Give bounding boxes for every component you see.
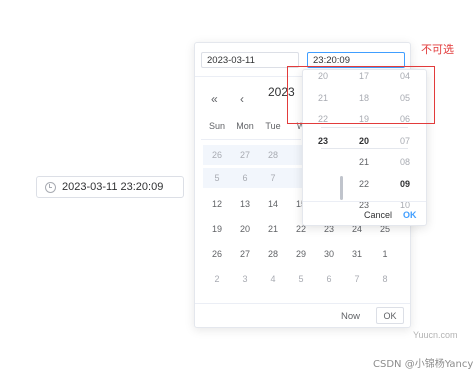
date-row: 2 3 4 5 6 7 8	[203, 266, 399, 291]
date-cell[interactable]: 19	[203, 224, 231, 234]
minute-option[interactable]: 21	[344, 152, 384, 174]
footer-divider	[195, 303, 410, 304]
date-input[interactable]: 2023-03-11	[201, 52, 299, 68]
date-cell[interactable]: 31	[343, 249, 371, 259]
date-cell[interactable]: 26	[203, 249, 231, 259]
date-cell[interactable]: 7	[259, 173, 287, 183]
date-cell[interactable]: 28	[259, 249, 287, 259]
prev-year-icon[interactable]: «	[211, 92, 218, 106]
date-cell[interactable]: 4	[259, 274, 287, 284]
date-cell[interactable]: 29	[287, 249, 315, 259]
now-button[interactable]: Now	[341, 311, 360, 322]
date-cell[interactable]: 2	[203, 274, 231, 284]
clock-icon	[45, 181, 56, 193]
date-cell[interactable]: 6	[231, 173, 259, 183]
date-cell[interactable]: 5	[203, 173, 231, 183]
date-cell[interactable]: 3	[231, 274, 259, 284]
selection-line-top	[321, 127, 408, 128]
datetime-value: 2023-03-11 23:20:09	[62, 181, 164, 193]
second-option[interactable]: 08	[385, 152, 425, 174]
weekday-label: Mon	[236, 121, 254, 131]
watermark-site: Yuucn.com	[413, 330, 458, 340]
time-cancel-button[interactable]: Cancel	[364, 210, 392, 220]
watermark-credit: CSDN @小锦杨Yancy	[373, 359, 474, 370]
date-cell[interactable]: 8	[371, 274, 399, 284]
date-cell[interactable]: 5	[287, 274, 315, 284]
datetime-picker-input[interactable]: 2023-03-11 23:20:09	[36, 176, 184, 198]
time-footer-divider	[303, 201, 426, 202]
date-cell[interactable]: 26	[203, 150, 231, 160]
date-row: 26 27 28 29 30 31 1	[203, 241, 399, 266]
weekday-label: Tue	[265, 121, 281, 131]
time-ok-button[interactable]: OK	[403, 210, 417, 220]
date-cell[interactable]: 13	[231, 199, 259, 209]
ok-button[interactable]: OK	[376, 307, 404, 324]
second-option-selected[interactable]: 09	[385, 174, 425, 196]
date-cell[interactable]: 12	[203, 199, 231, 209]
date-cell[interactable]: 27	[231, 150, 259, 160]
minute-option[interactable]: 22	[344, 174, 384, 196]
weekday-divider	[201, 139, 301, 140]
date-cell[interactable]: 27	[231, 249, 259, 259]
disabled-times-highlight	[287, 66, 435, 124]
prev-month-icon[interactable]: ‹	[240, 92, 244, 106]
date-cell[interactable]: 30	[315, 249, 343, 259]
date-cell[interactable]: 1	[371, 249, 399, 259]
weekday-label: Sun	[208, 121, 225, 131]
date-cell[interactable]: 6	[315, 274, 343, 284]
date-cell[interactable]: 21	[259, 224, 287, 234]
date-cell[interactable]: 7	[343, 274, 371, 284]
selection-line-bottom	[321, 148, 408, 149]
scrollbar-thumb[interactable]	[340, 176, 343, 200]
date-cell[interactable]: 28	[259, 150, 287, 160]
date-cell[interactable]: 14	[259, 199, 287, 209]
date-cell[interactable]: 20	[231, 224, 259, 234]
annotation-label: 不可选	[421, 43, 454, 56]
